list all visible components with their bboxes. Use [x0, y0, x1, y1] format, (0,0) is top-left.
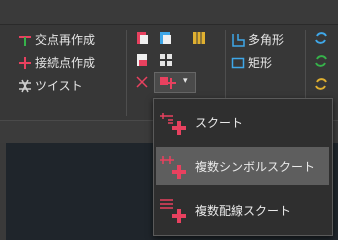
- rotate-icon[interactable]: [314, 31, 328, 45]
- menu-item-multi-symbol-skoot-label: 複数シンボルスクート: [195, 159, 316, 174]
- polygon-button[interactable]: 多角形: [231, 31, 284, 48]
- skoot-icon: [160, 77, 176, 89]
- recreate-intersection-label: 交点再作成: [35, 33, 96, 47]
- twist-label: ツイスト: [35, 79, 83, 93]
- canvas-left-edge: [0, 143, 6, 240]
- skoot-dropdown-button[interactable]: ▾: [154, 72, 196, 93]
- twist-button[interactable]: ツイスト: [18, 77, 83, 94]
- paste-icon[interactable]: [160, 32, 172, 44]
- document-icon[interactable]: [136, 54, 148, 66]
- menu-item-multi-wire-skoot[interactable]: 複数配線スクート: [156, 191, 329, 229]
- chevron-down-icon: ▾: [183, 76, 188, 86]
- title-bar: [0, 0, 338, 25]
- multi-wire-skoot-icon: [159, 195, 189, 225]
- menu-item-multi-symbol-skoot[interactable]: 複数シンボルスクート: [156, 147, 329, 185]
- menu-item-multi-wire-skoot-label: 複数配線スクート: [195, 203, 292, 218]
- grid-icon[interactable]: [160, 54, 172, 66]
- sync-icon[interactable]: [314, 77, 328, 91]
- connection-point-icon: [18, 56, 32, 70]
- table-icon[interactable]: [193, 32, 205, 44]
- polygon-label: 多角形: [248, 33, 285, 47]
- polygon-icon: [231, 33, 245, 47]
- scissors-icon[interactable]: [136, 76, 148, 88]
- skoot-icon: [159, 107, 189, 137]
- recreate-intersection-button[interactable]: 交点再作成: [18, 31, 95, 48]
- rectangle-label: 矩形: [248, 56, 273, 70]
- skoot-dropdown-menu: スクート 複数シンボルスクート 複数配線スクート: [153, 98, 333, 236]
- create-connection-point-button[interactable]: 接続点作成: [18, 54, 95, 71]
- menu-item-skoot[interactable]: スクート: [156, 103, 329, 141]
- create-connection-point-label: 接続点作成: [35, 56, 96, 70]
- refresh-icon[interactable]: [314, 54, 328, 68]
- ribbon-separator: [126, 30, 127, 116]
- copy-icon[interactable]: [136, 32, 148, 44]
- multi-symbol-skoot-icon: [159, 151, 189, 181]
- rectangle-icon: [231, 56, 245, 70]
- intersection-icon: [18, 33, 32, 47]
- twist-icon: [18, 79, 32, 93]
- menu-item-skoot-label: スクート: [195, 115, 244, 130]
- rectangle-button[interactable]: 矩形: [231, 54, 272, 71]
